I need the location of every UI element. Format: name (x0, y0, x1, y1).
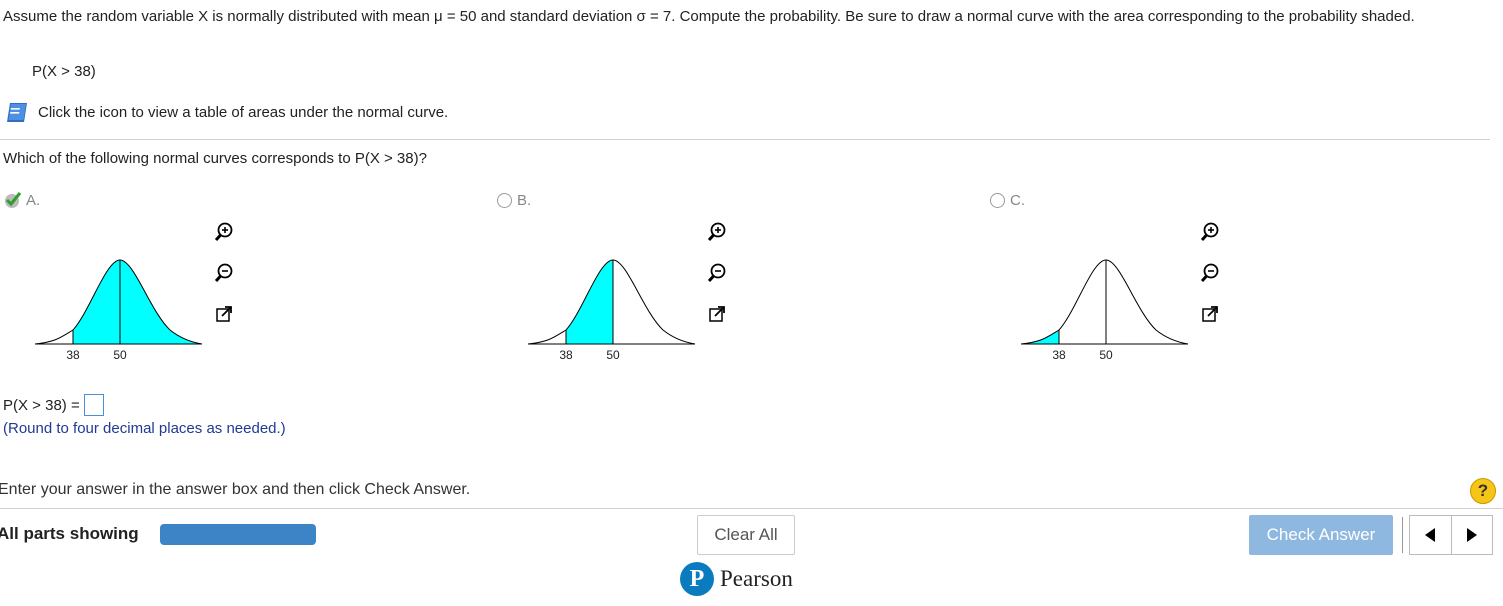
normal-curve-graph-c: 38 50 (1020, 259, 1189, 362)
tick-label: 50 (1099, 348, 1113, 362)
graph-c-tools (1197, 219, 1223, 327)
tick-label: 50 (113, 348, 127, 362)
table-link-text[interactable]: Click the icon to view a table of areas … (38, 104, 448, 121)
option-a[interactable]: A. (4, 191, 40, 209)
popout-icon[interactable] (704, 301, 730, 327)
normal-curve-graph-b: 38 50 (527, 259, 696, 362)
shaded-region (1021, 330, 1059, 344)
normal-curve-graph-a: 38 50 (34, 259, 203, 362)
instruction-text: Enter your answer in the answer box and … (0, 481, 471, 498)
shaded-region (73, 260, 202, 344)
popout-icon[interactable] (211, 301, 237, 327)
check-answer-button[interactable]: Check Answer (1249, 515, 1393, 555)
clear-all-button[interactable]: Clear All (697, 515, 795, 555)
zoom-in-icon[interactable] (1197, 219, 1223, 245)
graph-a-tools (211, 219, 237, 327)
previous-icon[interactable] (1410, 516, 1452, 554)
tick-label: 50 (606, 348, 620, 362)
answer-input[interactable] (83, 394, 104, 416)
book-icon[interactable] (5, 100, 30, 125)
graph-b-tools (704, 219, 730, 327)
parts-label: All parts showing (0, 524, 139, 543)
tick-label: 38 (66, 348, 80, 362)
tick-label: 38 (559, 348, 573, 362)
pearson-wordmark: Pearson (720, 566, 793, 591)
popout-icon[interactable] (1197, 301, 1223, 327)
shaded-region (566, 260, 613, 344)
option-c-label: C. (1010, 192, 1025, 209)
help-button[interactable]: ? (1470, 478, 1496, 504)
zoom-out-icon[interactable] (1197, 260, 1223, 286)
option-c[interactable]: C. (990, 192, 1025, 209)
checked-radio-icon[interactable] (4, 191, 22, 209)
question-nav (1409, 515, 1493, 555)
divider (0, 139, 1490, 140)
option-b-label: B. (517, 192, 532, 209)
zoom-in-icon[interactable] (211, 219, 237, 245)
option-a-label: A. (26, 191, 41, 209)
parts-progress-bar (160, 524, 316, 545)
answer-row: P(X > 38) = (3, 394, 104, 416)
probability-expression: P(X > 38) (32, 63, 96, 80)
option-b[interactable]: B. (497, 192, 531, 209)
zoom-out-icon[interactable] (704, 260, 730, 286)
round-hint: (Round to four decimal places as needed.… (3, 420, 286, 437)
question-text: Assume the random variable X is normally… (3, 8, 1415, 25)
pearson-p-icon: P (680, 562, 714, 596)
radio-icon[interactable] (497, 193, 512, 208)
nav-separator (1402, 517, 1403, 553)
normal-curve (1020, 259, 1189, 345)
answer-label: P(X > 38) = (3, 396, 80, 414)
pearson-logo: P Pearson (680, 562, 793, 596)
part1-prompt: Which of the following normal curves cor… (3, 150, 427, 167)
footer-divider (0, 508, 1503, 509)
table-link-row[interactable]: Click the icon to view a table of areas … (5, 100, 448, 125)
tick-label: 38 (1052, 348, 1066, 362)
zoom-in-icon[interactable] (704, 219, 730, 245)
next-icon[interactable] (1452, 516, 1493, 554)
zoom-out-icon[interactable] (211, 260, 237, 286)
radio-icon[interactable] (990, 193, 1005, 208)
